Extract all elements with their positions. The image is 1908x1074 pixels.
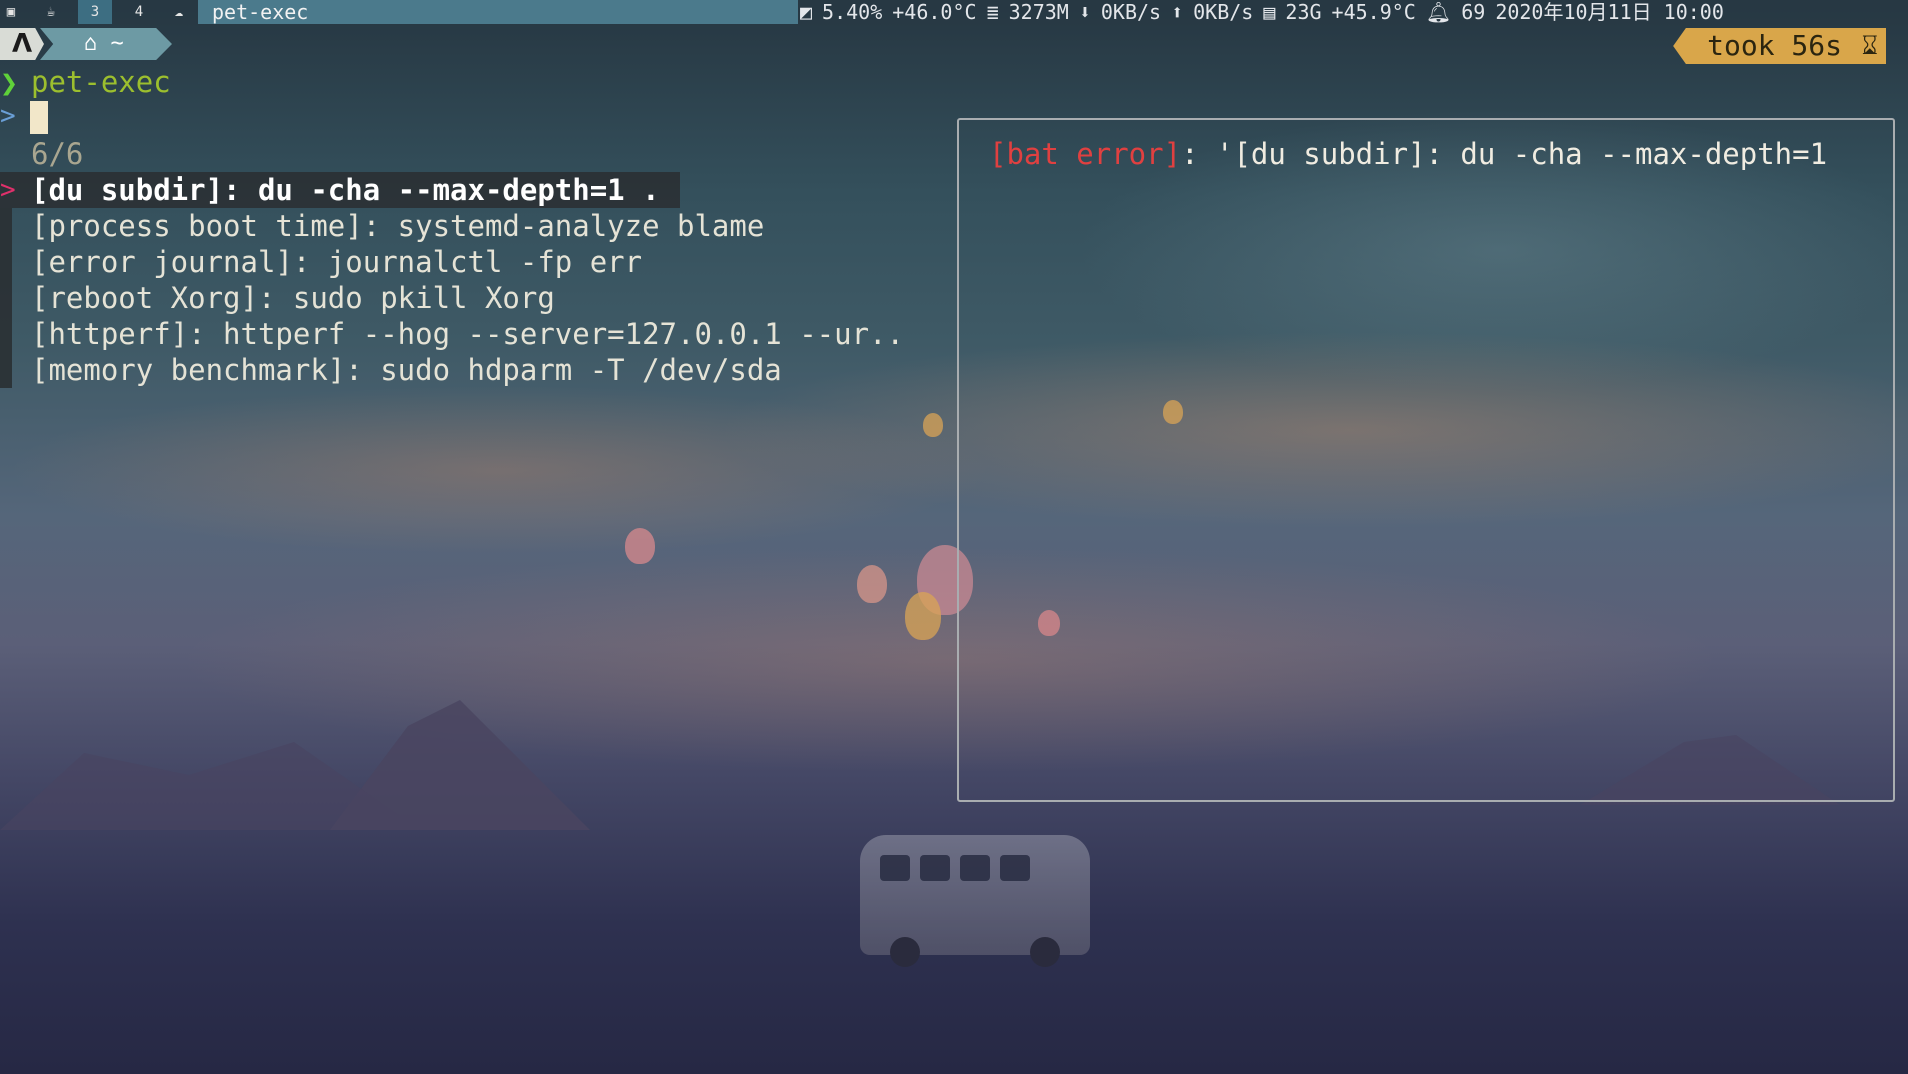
upload-icon: ⬆ [1171,0,1184,24]
cpu-icon: ◩ [800,0,813,24]
snippet-item[interactable]: [httperf]: httperf --hog --server=127.0.… [0,316,960,352]
error-tag: [bat error] [989,137,1182,171]
preview-text: [bat error]: '[du subdir]: du -cha --max… [989,136,1827,172]
row-gutter [0,208,12,244]
workspace-label: 3 [90,4,100,20]
active-window-title: pet-exec [198,0,798,24]
error-message: : '[du subdir]: du -cha --max-depth=1 [1181,137,1828,171]
text-cursor[interactable] [30,101,48,134]
fzf-prompt-symbol: > [0,101,16,131]
snippet-item-selected[interactable]: > [du subdir]: du -cha --max-depth=1 . [0,172,680,208]
workspace-label: 4 [134,4,144,20]
window-title-text: pet-exec [212,0,309,24]
cpu-temp: +46.0°C [892,0,977,24]
selection-pointer: > [0,175,16,205]
snippet-label: [reboot Xorg]: sudo pkill Xorg [31,281,555,315]
row-gutter [0,352,12,388]
row-gutter [0,316,12,352]
home-icon: ⌂ [84,31,98,56]
cpu-usage: 5.40% [822,0,883,24]
wallpaper-balloon [905,592,941,640]
wallpaper-balloon [923,413,943,437]
wallpaper-balloon [625,528,655,564]
net-up: 0KB/s [1193,0,1254,24]
wallpaper-van [860,835,1090,967]
command-duration-badge: took 56s ⌛︎ [1673,28,1886,64]
workspace-3[interactable]: 3 [78,0,112,24]
notification-count[interactable]: 69 [1461,0,1485,24]
disk-temp: +45.9°C [1331,0,1416,24]
status-bar: ▣ ☕ 3 4 ☁ pet-exec ◩ 5.40% +46.0°C ≣ 3273M ⬇ 0… [0,0,1908,24]
snippet-label: [memory benchmark]: sudo hdparm -T /dev/… [31,353,782,387]
home-path: ~ [110,31,124,56]
snippet-list: > [du subdir]: du -cha --max-depth=1 . [… [0,172,960,388]
row-gutter [0,280,12,316]
wallpaper-balloon [857,565,887,603]
snippet-item[interactable]: [process boot time]: systemd-analyze bla… [0,208,960,244]
disk-icon: ▤ [1263,0,1276,24]
datetime[interactable]: 2020年10月11日 10:00 [1495,0,1724,24]
system-stats: ◩ 5.40% +46.0°C ≣ 3273M ⬇ 0KB/s ⬆ 0KB/s ▤ 23G +45.9… [800,0,1734,24]
snippet-label: [httperf]: httperf --hog --server=127.0.… [31,317,904,351]
hourglass-icon: ⌛︎ [1861,31,1878,61]
took-label: took 56s [1707,29,1842,62]
prompt-chevron-icon: ❯ [0,66,19,101]
preview-pane[interactable]: [bat error]: '[du subdir]: du -cha --max… [957,118,1895,802]
snippet-label: [du subdir]: du -cha --max-depth=1 . [31,173,660,207]
cloud-icon[interactable]: ☁ [166,0,192,24]
snippet-item[interactable]: [error journal]: journalctl -fp err [0,244,960,280]
disk-usage: 23G [1285,0,1322,24]
desktop: ▣ ☕ 3 4 ☁ pet-exec ◩ 5.40% +46.0°C ≣ 3273M ⬇ 0… [0,0,1908,1074]
download-icon: ⬇ [1078,0,1091,24]
command-text: pet-exec [31,65,171,99]
snippet-item[interactable]: [memory benchmark]: sudo hdparm -T /dev/… [0,352,960,388]
row-gutter [0,244,12,280]
arch-logo-icon: Λ [0,28,44,60]
match-count: 6/6 [31,137,84,171]
snippet-item[interactable]: [reboot Xorg]: sudo pkill Xorg [0,280,960,316]
workspace-4[interactable]: 4 [124,0,154,24]
coffee-icon[interactable]: ☕ [40,0,62,24]
snippet-label: [process boot time]: systemd-analyze bla… [31,209,765,243]
bell-icon[interactable]: 🔔︎ [1426,0,1451,24]
terminal-icon[interactable]: ▣ [0,0,22,24]
memory-icon: ≣ [986,0,999,24]
home-path-segment: ⌂ ~ [40,28,172,60]
snippet-label: [error journal]: journalctl -fp err [31,245,643,279]
wallpaper-mountain [0,742,420,830]
net-down: 0KB/s [1100,0,1162,24]
memory-usage: 3273M [1008,0,1069,24]
